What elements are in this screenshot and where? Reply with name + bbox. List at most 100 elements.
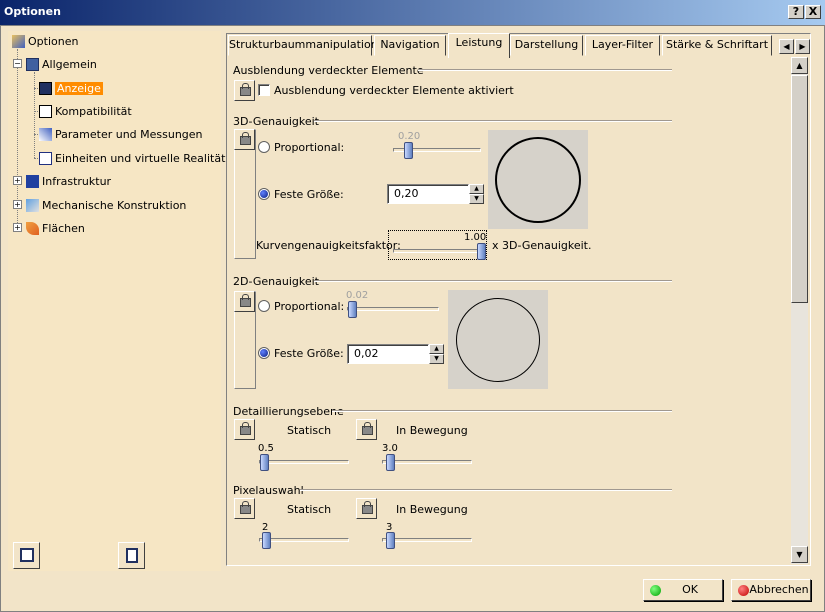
ok-icon <box>650 585 661 596</box>
preview-circle <box>456 298 540 382</box>
scroll-content: Ausblendung verdeckter Elemente Ausblend… <box>228 57 791 564</box>
pixel-static-label: Statisch <box>287 503 332 516</box>
close-button[interactable]: X <box>805 5 821 19</box>
scroll-down-icon[interactable]: ▼ <box>791 546 808 563</box>
lock-button[interactable] <box>234 498 255 519</box>
lock-button[interactable] <box>234 291 255 312</box>
general-icon <box>26 57 39 71</box>
accuracy-3d-preview <box>488 130 588 229</box>
tree-item-infrastruktur[interactable]: Infrastruktur <box>26 172 111 190</box>
scrollbar-thumb[interactable] <box>791 75 808 303</box>
preview-circle <box>495 137 581 223</box>
mechanical-icon <box>26 198 39 212</box>
separator <box>418 69 672 71</box>
slider-thumb[interactable] <box>260 454 269 471</box>
fixed-2d-radio[interactable] <box>258 347 270 359</box>
lock-button[interactable] <box>356 419 377 440</box>
expand-icon[interactable]: + <box>13 223 22 232</box>
detail-moving-value: 3.0 <box>382 443 398 454</box>
tree-item-kompatibilitaet[interactable]: Kompatibilität <box>39 102 132 120</box>
scroll-up-icon[interactable]: ▲ <box>791 57 808 74</box>
lock-button[interactable] <box>356 498 377 519</box>
slider-thumb[interactable] <box>348 301 357 318</box>
lock-button[interactable] <box>234 129 255 150</box>
tree-item-label: Flächen <box>42 221 85 235</box>
detail-moving-label: In Bewegung <box>396 424 468 437</box>
slider-thumb[interactable] <box>262 532 271 549</box>
fixed-3d-radio[interactable] <box>258 188 270 200</box>
section-title-pixel: Pixelauswahl <box>233 484 304 497</box>
parameters-icon <box>39 127 52 141</box>
reset-settings-icon[interactable] <box>118 542 145 569</box>
tree-item-label: Anzeige <box>55 81 103 95</box>
ok-label: OK <box>682 583 698 596</box>
proportional-2d-label: Proportional: <box>274 300 345 313</box>
tree-item-label: Infrastruktur <box>42 174 112 188</box>
separator <box>314 120 672 122</box>
slider-thumb[interactable] <box>477 243 486 260</box>
tree-item-label: Parameter und Messungen <box>55 127 203 141</box>
lock-button[interactable] <box>234 80 255 101</box>
tree-root[interactable]: Optionen <box>12 32 78 50</box>
curve-factor-value: 1.00 <box>464 232 487 243</box>
tree-item-mechanische[interactable]: Mechanische Konstruktion <box>26 196 186 214</box>
separator <box>332 410 672 412</box>
tab-darstellung[interactable]: Darstellung <box>510 35 583 56</box>
fixed-3d-spinner[interactable]: ▲ ▼ <box>469 184 484 204</box>
window-title: Optionen <box>4 5 61 18</box>
fixed-2d-spinner[interactable]: ▲ ▼ <box>429 344 444 364</box>
tree-item-anzeige[interactable]: Anzeige <box>39 79 103 97</box>
proportional-3d-radio[interactable] <box>258 141 270 153</box>
tree-line <box>34 72 35 158</box>
tree-item-label: Kompatibilität <box>55 104 132 118</box>
tree-item-einheiten[interactable]: Einheiten und virtuelle Realität <box>39 149 225 167</box>
tab-scroll-right-icon[interactable]: ▶ <box>795 39 810 54</box>
proportional-2d-slider[interactable] <box>347 307 439 311</box>
detail-static-slider[interactable] <box>259 460 349 464</box>
slider-thumb[interactable] <box>404 142 413 159</box>
import-settings-icon[interactable] <box>13 542 40 569</box>
expand-icon[interactable]: + <box>13 176 22 185</box>
vertical-scrollbar[interactable]: ▲ ▼ <box>791 57 808 564</box>
hidden-elements-checkbox[interactable] <box>258 84 270 96</box>
tree-item-flaechen[interactable]: Flächen <box>26 219 85 237</box>
section-title-2d: 2D-Genauigkeit <box>233 275 319 288</box>
proportional-2d-value: 0.02 <box>346 290 369 301</box>
fixed-3d-input[interactable]: 0,20 <box>387 184 469 204</box>
tab-staerke-schriftart[interactable]: Stärke & Schriftart <box>662 35 772 56</box>
curve-factor-suffix: x 3D-Genauigkeit. <box>492 239 592 252</box>
tab-scroll-left-icon[interactable]: ◀ <box>779 39 794 54</box>
tree-item-label: Allgemein <box>42 57 97 71</box>
lock-button[interactable] <box>234 419 255 440</box>
tree-item-label: Mechanische Konstruktion <box>42 198 187 212</box>
cancel-button[interactable]: Abbrechen <box>731 579 811 601</box>
separator <box>300 489 672 491</box>
slider-thumb[interactable] <box>386 454 395 471</box>
infrastructure-icon <box>26 174 39 188</box>
tab-layer-filter[interactable]: Layer-Filter <box>585 35 660 56</box>
accuracy-2d-preview <box>448 290 548 389</box>
tab-leistung[interactable]: Leistung <box>448 33 510 58</box>
tab-strukturbaummanipulation[interactable]: Strukturbaummanipulation <box>228 35 378 56</box>
tab-navigation[interactable]: Navigation <box>374 35 446 56</box>
proportional-2d-radio[interactable] <box>258 300 270 312</box>
separator <box>314 280 672 282</box>
curve-factor-slider[interactable] <box>393 249 481 253</box>
help-button[interactable]: ? <box>788 5 804 19</box>
fixed-2d-input[interactable]: 0,02 <box>347 344 429 364</box>
tree-item-parameter[interactable]: Parameter und Messungen <box>39 125 203 143</box>
detail-static-value: 0.5 <box>258 443 274 454</box>
cancel-icon <box>738 585 749 596</box>
compatibility-icon <box>39 104 52 118</box>
ok-button[interactable]: OK <box>643 579 723 601</box>
detail-moving-slider[interactable] <box>382 460 472 464</box>
surfaces-icon <box>26 221 39 235</box>
pixel-static-slider[interactable] <box>259 538 349 542</box>
tree-item-allgemein[interactable]: Allgemein <box>26 55 97 73</box>
section-title-3d: 3D-Genauigkeit <box>233 115 319 128</box>
checkbox-label: Ausblendung verdeckter Elemente aktivier… <box>274 84 514 97</box>
slider-thumb[interactable] <box>386 532 395 549</box>
expand-icon[interactable]: + <box>13 200 22 209</box>
pixel-moving-slider[interactable] <box>382 538 472 542</box>
expand-icon[interactable]: − <box>13 59 22 68</box>
